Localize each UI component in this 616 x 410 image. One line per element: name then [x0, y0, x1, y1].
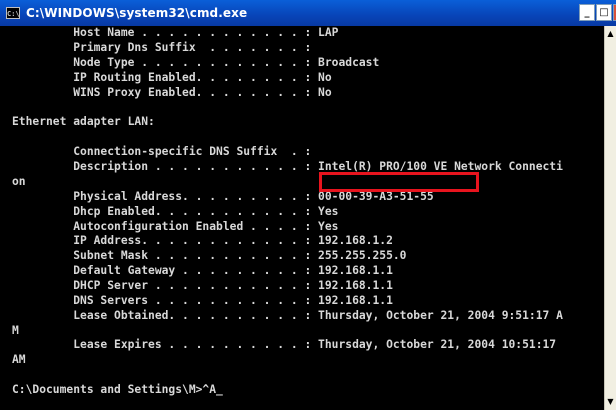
lease-obtained-wrap-line: M — [12, 324, 19, 337]
subnet-mask-line: Subnet Mask . . . . . . . . . . . : 255.… — [12, 249, 407, 262]
lease-expires-line: Lease Expires . . . . . . . . . . : Thur… — [12, 338, 557, 351]
autoconfiguration-line: Autoconfiguration Enabled . . . . : Yes — [12, 220, 339, 233]
title-bar[interactable]: C:\ C:\WINDOWS\system32\cmd.exe _ □ x — [0, 0, 616, 26]
wins-proxy-line: WINS Proxy Enabled. . . . . . . . : No — [12, 86, 332, 99]
scroll-down-icon[interactable]: ▼ — [605, 396, 616, 408]
dns-suffix-line: Connection-specific DNS Suffix . : — [12, 145, 312, 158]
window-title: C:\WINDOWS\system32\cmd.exe — [26, 6, 248, 20]
minimize-button[interactable]: _ — [579, 4, 595, 21]
maximize-button[interactable]: □ — [596, 4, 612, 21]
console-output[interactable]: Host Name . . . . . . . . . . . . : LAP … — [0, 26, 604, 410]
scroll-up-icon[interactable]: ▲ — [605, 28, 616, 40]
command-prompt-line[interactable]: C:\Documents and Settings\M>^A_ — [12, 383, 223, 397]
cmd-window: C:\ C:\WINDOWS\system32\cmd.exe _ □ x Ho… — [0, 0, 616, 410]
adapter-heading-line: Ethernet adapter LAN: — [12, 115, 155, 128]
ip-routing-line: IP Routing Enabled. . . . . . . . : No — [12, 71, 332, 84]
physical-address-highlight — [319, 172, 479, 192]
description-line: Description . . . . . . . . . . . : Inte… — [12, 160, 563, 173]
ip-address-line: IP Address. . . . . . . . . . . . : 192.… — [12, 234, 393, 247]
lease-obtained-line: Lease Obtained. . . . . . . . . . : Thur… — [12, 309, 563, 322]
dns-servers-line: DNS Servers . . . . . . . . . . . : 192.… — [12, 294, 393, 307]
primary-dns-suffix-line: Primary Dns Suffix . . . . . . . : — [12, 41, 312, 54]
lease-expires-wrap-line: AM — [12, 353, 26, 366]
physical-address-line: Physical Address. . . . . . . . . : 00-0… — [12, 190, 434, 203]
description-wrap-line: on — [12, 175, 26, 188]
dhcp-enabled-line: Dhcp Enabled. . . . . . . . . . . : Yes — [12, 205, 339, 218]
default-gateway-line: Default Gateway . . . . . . . . . : 192.… — [12, 264, 393, 277]
dhcp-server-line: DHCP Server . . . . . . . . . . . : 192.… — [12, 279, 393, 292]
vertical-scrollbar[interactable]: ▲ ▼ — [604, 26, 616, 410]
host-name-line: Host Name . . . . . . . . . . . . : LAP — [12, 26, 339, 39]
cmd-app-icon[interactable]: C:\ — [6, 7, 20, 19]
node-type-line: Node Type . . . . . . . . . . . . : Broa… — [12, 56, 380, 69]
